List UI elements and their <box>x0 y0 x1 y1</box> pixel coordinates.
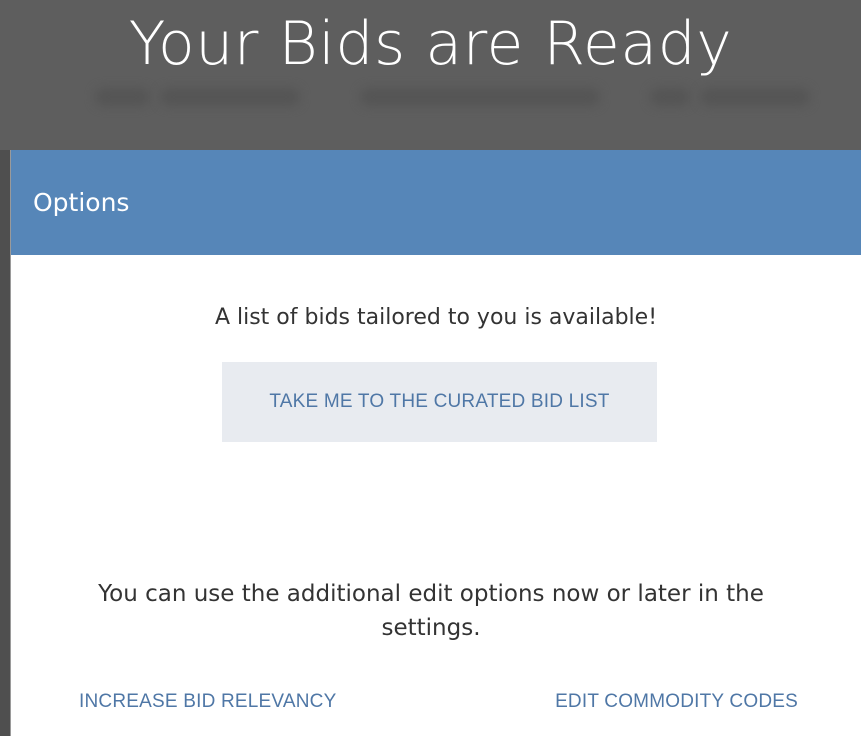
dialog-body: A list of bids tailored to you is availa… <box>11 255 861 736</box>
edit-commodity-codes-link[interactable]: EDIT COMMODITY CODES <box>555 691 798 713</box>
background-edge <box>0 150 11 736</box>
blurred-background-element <box>360 88 600 106</box>
page: Your Bids are Ready Options A list of bi… <box>0 0 861 736</box>
options-dialog: Options A list of bids tailored to you i… <box>11 150 861 736</box>
increase-bid-relevancy-link[interactable]: INCREASE BID RELEVANCY <box>79 691 336 713</box>
blurred-background-element <box>95 88 150 106</box>
blurred-background-element <box>650 88 690 106</box>
dialog-header: Options <box>11 150 861 255</box>
edit-options-hint: You can use the additional edit options … <box>98 581 764 641</box>
blurred-background-element <box>160 88 300 106</box>
blurred-background-element <box>700 88 810 106</box>
dialog-title: Options <box>33 188 130 217</box>
curated-bid-list-button[interactable]: TAKE ME TO THE CURATED BID LIST <box>222 362 657 442</box>
background-overlay: Your Bids are Ready <box>0 0 861 150</box>
ready-headline: Your Bids are Ready <box>128 9 733 79</box>
available-message: A list of bids tailored to you is availa… <box>214 305 658 330</box>
